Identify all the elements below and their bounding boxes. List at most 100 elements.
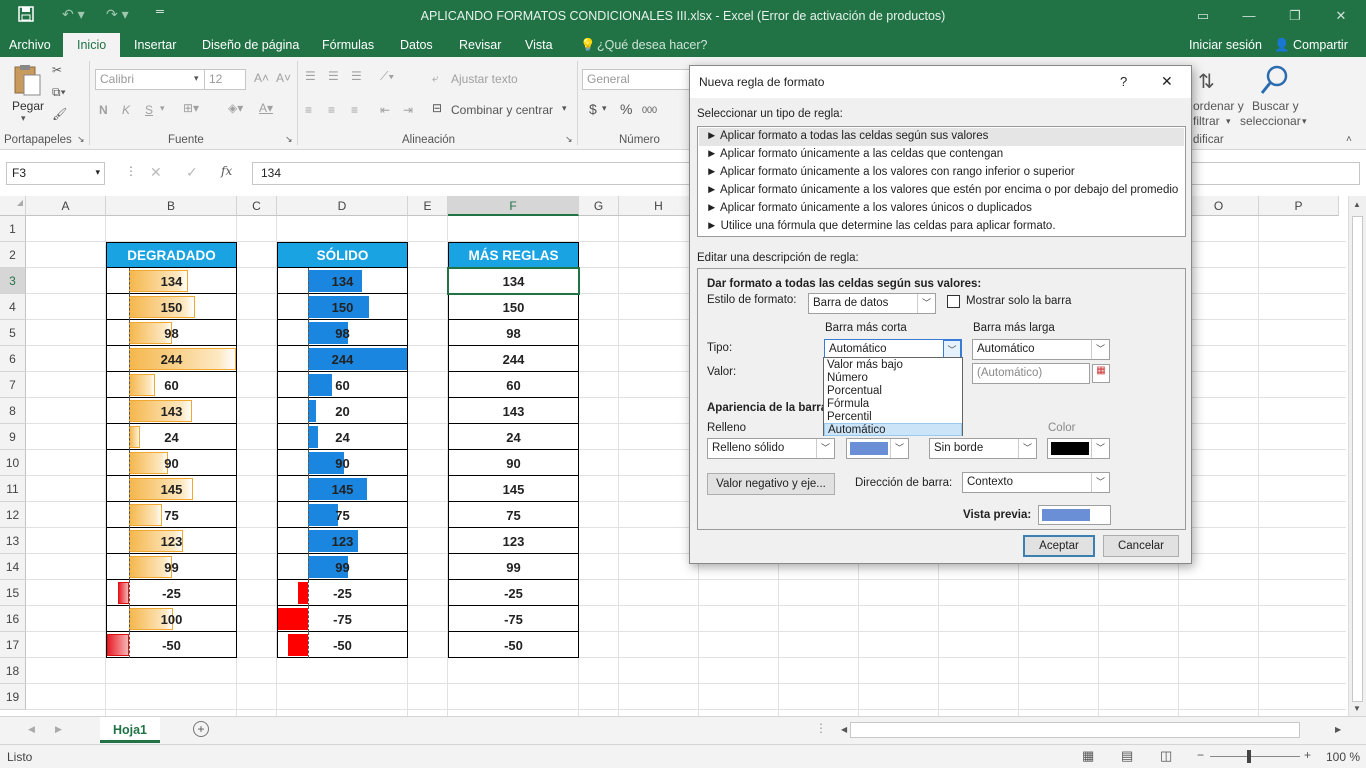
add-sheet-icon[interactable]: + xyxy=(193,721,209,737)
zoom-slider-thumb[interactable] xyxy=(1247,750,1251,763)
mas-reglas-cell[interactable]: 143 xyxy=(448,398,579,424)
chevron-down-icon[interactable]: ﹀ xyxy=(917,294,935,313)
row-header-18[interactable]: 18 xyxy=(0,658,26,684)
border-select[interactable]: Sin borde ﹀ xyxy=(929,438,1037,459)
solido-cell[interactable]: 75 xyxy=(277,502,408,528)
rule-type-item[interactable]: ► Utilice una fórmula que determine las … xyxy=(699,218,1184,236)
solido-cell[interactable]: 99 xyxy=(277,554,408,580)
italic-button[interactable]: K xyxy=(122,103,130,117)
percent-button[interactable]: % xyxy=(620,101,632,117)
row-header-9[interactable]: 9 xyxy=(0,424,26,450)
solido-cell[interactable]: 134 xyxy=(277,268,408,294)
column-header-f[interactable]: F xyxy=(448,196,579,216)
align-center-icon[interactable]: ≡ xyxy=(328,103,335,117)
sort-filter-button-2[interactable]: filtrar xyxy=(1193,114,1220,128)
degradado-cell[interactable]: -25 xyxy=(106,580,237,606)
zoom-level[interactable]: 100 % xyxy=(1326,750,1360,764)
paste-dropdown-icon[interactable]: ▾ xyxy=(21,113,26,124)
search-icon[interactable] xyxy=(1258,63,1292,97)
negative-value-axis-button[interactable]: Valor negativo y eje... xyxy=(707,473,835,495)
longest-type-select[interactable]: Automático ﹀ xyxy=(972,339,1110,360)
help-button[interactable]: ? xyxy=(1120,74,1127,89)
clipboard-launcher-icon[interactable]: ↘ xyxy=(77,134,85,145)
fill-color-icon[interactable]: ◈▾ xyxy=(228,101,243,115)
column-header-a[interactable]: A xyxy=(26,196,106,216)
row-header-3[interactable]: 3 xyxy=(0,268,26,294)
bold-button[interactable]: N xyxy=(99,103,108,117)
sort-filter-button[interactable]: ordenar y xyxy=(1193,99,1244,113)
column-header-p[interactable]: P xyxy=(1259,196,1339,216)
sort-filter-icon[interactable]: ⇅ xyxy=(1198,69,1215,94)
align-top-icon[interactable]: ☰ xyxy=(305,69,316,83)
column-header-d[interactable]: D xyxy=(277,196,408,216)
degradado-cell[interactable]: 100 xyxy=(106,606,237,632)
degradado-cell[interactable]: 150 xyxy=(106,294,237,320)
sort-dropdown-icon[interactable]: ▾ xyxy=(1226,116,1231,127)
row-header-6[interactable]: 6 xyxy=(0,346,26,372)
chevron-down-icon[interactable]: ﹀ xyxy=(816,439,834,458)
type-dropdown-list[interactable]: Valor más bajo Número Porcentual Fórmula… xyxy=(823,357,963,436)
accept-button[interactable]: Aceptar xyxy=(1023,535,1095,557)
mas-reglas-cell[interactable]: 90 xyxy=(448,450,579,476)
mas-reglas-cell[interactable]: -25 xyxy=(448,580,579,606)
mas-reglas-cell[interactable]: 150 xyxy=(448,294,579,320)
tab-datos[interactable]: Datos xyxy=(400,38,433,52)
degradado-cell[interactable]: 98 xyxy=(106,320,237,346)
increase-indent-icon[interactable]: ⇥ xyxy=(403,103,413,117)
row-header-19[interactable]: 19 xyxy=(0,684,26,710)
mas-reglas-cell[interactable]: 75 xyxy=(448,502,579,528)
border-color-select[interactable]: ﹀ xyxy=(1047,438,1110,459)
mas-reglas-cell[interactable]: 24 xyxy=(448,424,579,450)
scroll-right-icon[interactable]: ▶ xyxy=(1335,725,1341,734)
column-header-g[interactable]: G xyxy=(579,196,619,216)
alignment-launcher-icon[interactable]: ↘ xyxy=(565,134,573,145)
dropdown-option[interactable]: Porcentual xyxy=(824,385,962,398)
degradado-cell[interactable]: 134 xyxy=(106,268,237,294)
cancel-icon[interactable]: ✕ xyxy=(150,164,162,181)
column-header-c[interactable]: C xyxy=(237,196,277,216)
range-picker-icon[interactable]: ▦ xyxy=(1092,364,1110,383)
close-button[interactable]: ✕ xyxy=(1318,0,1364,32)
restore-button[interactable]: ❐ xyxy=(1272,0,1318,32)
collapse-ribbon-icon[interactable]: ˄ xyxy=(1346,134,1352,145)
longest-value-input[interactable]: (Automático) xyxy=(972,363,1090,384)
row-header-7[interactable]: 7 xyxy=(0,372,26,398)
solido-cell[interactable]: 145 xyxy=(277,476,408,502)
degradado-cell[interactable]: 60 xyxy=(106,372,237,398)
mas-reglas-cell[interactable]: 60 xyxy=(448,372,579,398)
rule-type-item[interactable]: ► Aplicar formato únicamente a los valor… xyxy=(699,164,1184,182)
font-size-input[interactable]: 12 xyxy=(204,69,246,90)
vertical-scrollbar[interactable]: ▲ ▼ xyxy=(1348,196,1366,716)
rule-type-item[interactable]: ► Aplicar formato a todas las celdas seg… xyxy=(699,128,1184,146)
sign-in-link[interactable]: Iniciar sesión xyxy=(1189,38,1262,52)
paste-icon[interactable] xyxy=(12,63,42,97)
scroll-left-icon[interactable]: ◀ xyxy=(841,725,847,734)
row-header-14[interactable]: 14 xyxy=(0,554,26,580)
mas-reglas-cell[interactable]: 145 xyxy=(448,476,579,502)
row-header-16[interactable]: 16 xyxy=(0,606,26,632)
align-left-icon[interactable]: ≡ xyxy=(305,103,312,117)
tab-vista[interactable]: Vista xyxy=(525,38,553,52)
paste-button[interactable]: Pegar xyxy=(12,99,44,113)
column-header-h[interactable]: H xyxy=(619,196,699,216)
find-dropdown-icon[interactable]: ▾ xyxy=(1302,116,1307,127)
copy-icon[interactable]: ⧉▾ xyxy=(52,85,66,100)
solido-cell[interactable]: 90 xyxy=(277,450,408,476)
solido-cell[interactable]: -25 xyxy=(277,580,408,606)
degradado-cell[interactable]: 145 xyxy=(106,476,237,502)
chevron-down-icon[interactable]: ﹀ xyxy=(1091,340,1109,359)
row-header-11[interactable]: 11 xyxy=(0,476,26,502)
select-all-corner[interactable]: ◢ xyxy=(0,196,26,216)
header-degradado[interactable]: DEGRADADO xyxy=(106,242,237,268)
degradado-cell[interactable]: 123 xyxy=(106,528,237,554)
cancel-button[interactable]: Cancelar xyxy=(1103,535,1179,557)
horizontal-scrollbar-thumb[interactable] xyxy=(850,722,1300,738)
row-header-10[interactable]: 10 xyxy=(0,450,26,476)
scroll-down-icon[interactable]: ▼ xyxy=(1353,704,1361,713)
solido-cell[interactable]: 24 xyxy=(277,424,408,450)
rule-type-item[interactable]: ► Aplicar formato únicamente a los valor… xyxy=(699,200,1184,218)
align-bottom-icon[interactable]: ☰ xyxy=(351,69,362,83)
degradado-cell[interactable]: 24 xyxy=(106,424,237,450)
minimize-button[interactable]: — xyxy=(1226,0,1272,32)
row-header-17[interactable]: 17 xyxy=(0,632,26,658)
